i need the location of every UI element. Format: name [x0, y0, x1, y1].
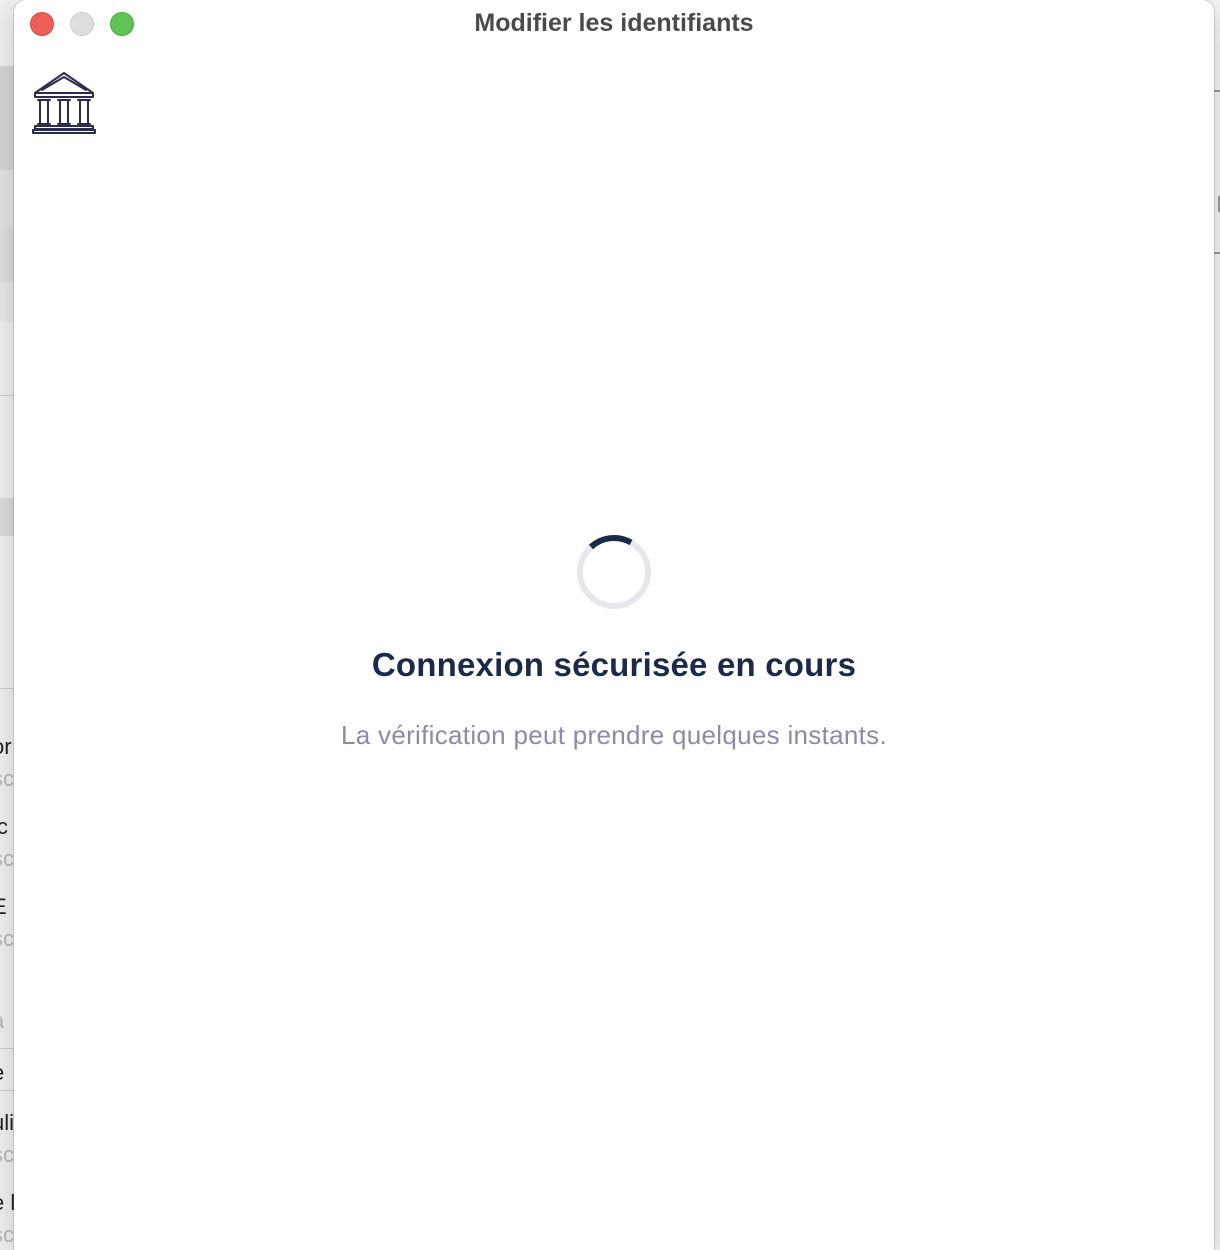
title-bar[interactable]: Modifier les identifiants: [14, 0, 1214, 48]
background-text-fragment: sc: [0, 846, 14, 871]
background-text-fragment: sc: [0, 926, 14, 951]
background-text-fragment: a: [0, 1008, 4, 1034]
loading-message: La vérification peut prendre quelques in…: [341, 720, 887, 750]
loading-spinner-icon: [575, 533, 653, 611]
background-text-fragment: sc: [0, 1142, 14, 1167]
background-text-fragment: E: [0, 894, 7, 920]
background-text-fragment: or: [0, 734, 12, 759]
background-text-fragment: sc: [0, 766, 14, 791]
background-mark: [1214, 90, 1220, 92]
background-text-fragment: sc: [0, 1222, 14, 1247]
window-title: Modifier les identifiants: [474, 9, 754, 37]
credentials-dialog: Modifier les identifiants Connexion sécu…: [14, 0, 1214, 1250]
bank-building-icon: [32, 70, 96, 136]
loading-heading: Connexion sécurisée en cours: [371, 646, 857, 683]
background-text-fragment: e l: [0, 1190, 16, 1215]
background-text-fragment: uli: [0, 1110, 15, 1135]
background-text-fragment: ic: [0, 814, 8, 839]
background-text-fragment: e: [0, 1060, 4, 1086]
background-mark: [1214, 252, 1220, 254]
